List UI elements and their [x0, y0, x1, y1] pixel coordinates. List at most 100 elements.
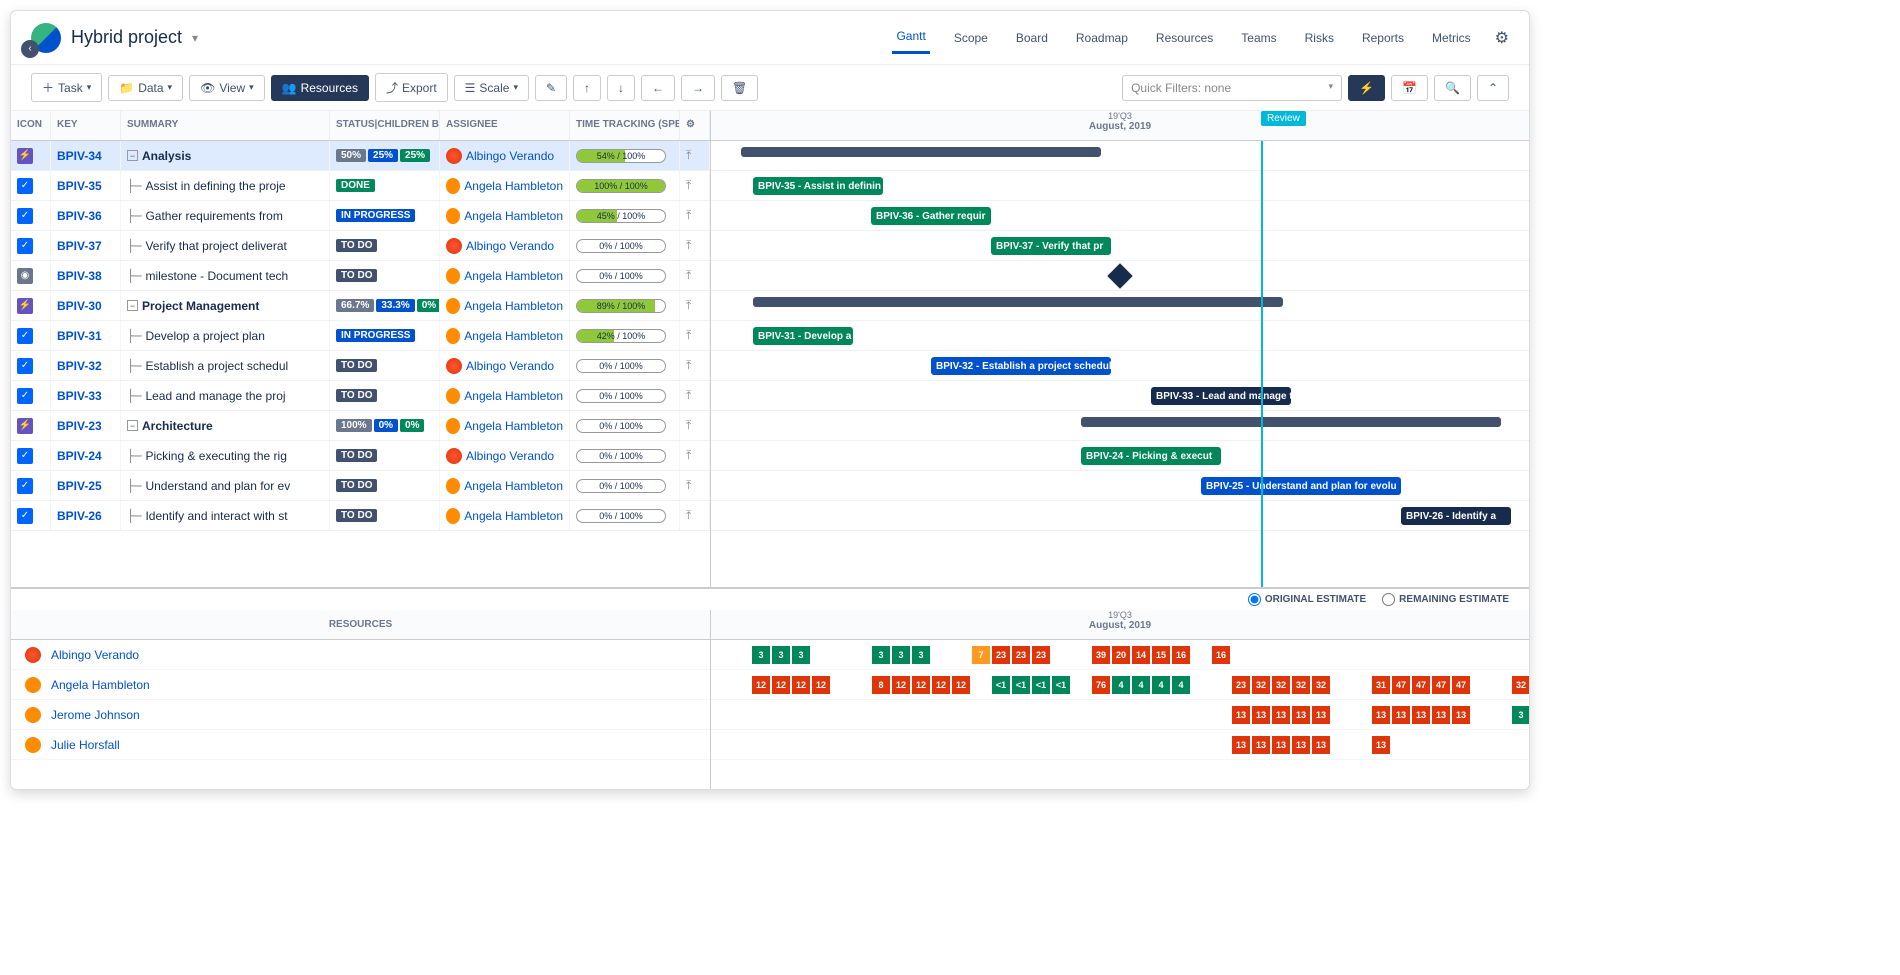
issue-key[interactable]: BPIV-24 — [57, 449, 102, 463]
workload-cell[interactable]: 8 — [871, 675, 891, 695]
workload-cell[interactable]: 3 — [871, 645, 891, 665]
workload-cell[interactable]: 12 — [771, 675, 791, 695]
col-icon[interactable]: ICON — [11, 111, 51, 140]
issue-key[interactable]: BPIV-32 — [57, 359, 102, 373]
status-cell[interactable]: TO DO — [330, 441, 440, 470]
status-cell[interactable]: TO DO — [330, 351, 440, 380]
summary-bar[interactable] — [1081, 417, 1501, 427]
gantt-row[interactable]: BPIV-31 - Develop a — [711, 321, 1529, 351]
issue-key[interactable]: BPIV-36 — [57, 209, 102, 223]
workload-cell[interactable]: 12 — [951, 675, 971, 695]
assignee-link[interactable]: Albingo Verando — [466, 359, 554, 373]
assignee-link[interactable]: Angela Hambleton — [464, 329, 563, 343]
workload-cell[interactable]: 3 — [891, 645, 911, 665]
status-cell[interactable]: TO DO — [330, 231, 440, 260]
gantt-row[interactable]: BPIV-26 - Identify a — [711, 501, 1529, 531]
tab-resources[interactable]: Resources — [1152, 23, 1217, 53]
workload-cell[interactable]: 3 — [771, 645, 791, 665]
row-action-icon[interactable]: ⤒ — [680, 411, 710, 440]
tab-roadmap[interactable]: Roadmap — [1072, 23, 1132, 53]
row-action-icon[interactable]: ⤒ — [680, 171, 710, 200]
workload-cell[interactable]: 4 — [1111, 675, 1131, 695]
workload-cell[interactable]: 13 — [1251, 735, 1271, 755]
status-cell[interactable]: 66.7%33.3%0% — [330, 291, 440, 320]
row-action-icon[interactable]: ⤒ — [680, 441, 710, 470]
collapse-icon[interactable]: ⌃ — [1477, 75, 1509, 101]
workload-cell[interactable]: 16 — [1211, 645, 1231, 665]
workload-cell[interactable]: 12 — [891, 675, 911, 695]
issue-key[interactable]: BPIV-37 — [57, 239, 102, 253]
workload-cell[interactable]: 12 — [811, 675, 831, 695]
arrow-right-icon[interactable]: → — [681, 75, 715, 101]
export-button[interactable]: ⤴ Export — [375, 73, 448, 102]
tab-risks[interactable]: Risks — [1301, 23, 1338, 53]
table-row[interactable]: ⚡ BPIV-30 −Project Management 66.7%33.3%… — [11, 291, 710, 321]
table-row[interactable]: ✓ BPIV-32 ├─Establish a project schedul … — [11, 351, 710, 381]
table-row[interactable]: ⚡ BPIV-23 −Architecture 100%0%0% Angela … — [11, 411, 710, 441]
arrow-left-icon[interactable]: ← — [641, 75, 675, 101]
table-row[interactable]: ⚡ BPIV-34 −Analysis 50%25%25% Albingo Ve… — [11, 141, 710, 171]
assignee-link[interactable]: Angela Hambleton — [464, 419, 563, 433]
workload-cell[interactable]: 32 — [1311, 675, 1331, 695]
resource-row[interactable]: Julie Horsfall — [11, 730, 710, 760]
workload-cell[interactable]: 13 — [1291, 735, 1311, 755]
workload-cell[interactable]: 3 — [911, 645, 931, 665]
workload-cell[interactable]: 20 — [1111, 645, 1131, 665]
workload-cell[interactable]: 12 — [791, 675, 811, 695]
table-row[interactable]: ◉ BPIV-38 ├─milestone - Document tech TO… — [11, 261, 710, 291]
workload-cell[interactable]: 32 — [1251, 675, 1271, 695]
arrow-down-icon[interactable]: ↓ — [607, 75, 635, 101]
workload-cell[interactable]: 15 — [1151, 645, 1171, 665]
row-action-icon[interactable]: ⤒ — [680, 351, 710, 380]
workload-cell[interactable]: 23 — [1011, 645, 1031, 665]
workload-cell[interactable]: 13 — [1251, 705, 1271, 725]
workload-cell[interactable]: 13 — [1391, 705, 1411, 725]
workload-cell[interactable]: 16 — [1171, 645, 1191, 665]
status-cell[interactable]: IN PROGRESS — [330, 201, 440, 230]
bolt-icon[interactable]: ⚡ — [1348, 75, 1385, 101]
resource-name[interactable]: Jerome Johnson — [51, 708, 140, 722]
workload-cell[interactable]: 7 — [971, 645, 991, 665]
table-row[interactable]: ✓ BPIV-25 ├─Understand and plan for ev T… — [11, 471, 710, 501]
workload-cell[interactable]: 23 — [991, 645, 1011, 665]
resource-row[interactable]: Jerome Johnson — [11, 700, 710, 730]
assignee-link[interactable]: Albingo Verando — [466, 149, 554, 163]
issue-key[interactable]: BPIV-30 — [57, 299, 102, 313]
gantt-row[interactable]: BPIV-33 - Lead and manage the p — [711, 381, 1529, 411]
trash-icon[interactable]: 🗑 — [721, 75, 758, 101]
gantt-row[interactable]: BPIV-37 - Verify that pr — [711, 231, 1529, 261]
workload-cell[interactable]: 31 — [1371, 675, 1391, 695]
task-bar[interactable]: BPIV-26 - Identify a — [1401, 507, 1511, 525]
task-bar[interactable]: BPIV-36 - Gather requir — [871, 207, 991, 225]
workload-cell[interactable]: 13 — [1271, 705, 1291, 725]
workload-cell[interactable]: 23 — [1031, 645, 1051, 665]
task-bar[interactable]: BPIV-24 - Picking & execut — [1081, 447, 1221, 465]
task-bar[interactable]: BPIV-32 - Establish a project schedul — [931, 357, 1111, 375]
workload-cell[interactable]: 13 — [1431, 705, 1451, 725]
remaining-estimate-radio[interactable]: REMAINING ESTIMATE — [1382, 593, 1509, 606]
assignee-link[interactable]: Angela Hambleton — [464, 509, 563, 523]
row-action-icon[interactable]: ⤒ — [680, 321, 710, 350]
tab-metrics[interactable]: Metrics — [1428, 23, 1475, 53]
row-action-icon[interactable]: ⤒ — [680, 471, 710, 500]
workload-cell[interactable]: 47 — [1411, 675, 1431, 695]
col-gear-icon[interactable]: ⚙ — [680, 111, 710, 140]
view-button[interactable]: 👁 View ▾ — [189, 75, 265, 101]
tab-gantt[interactable]: Gantt — [892, 21, 929, 54]
workload-cell[interactable]: 32 — [1511, 675, 1529, 695]
issue-key[interactable]: BPIV-35 — [57, 179, 102, 193]
workload-cell[interactable]: 13 — [1231, 705, 1251, 725]
status-cell[interactable]: TO DO — [330, 381, 440, 410]
assignee-link[interactable]: Albingo Verando — [466, 239, 554, 253]
assignee-link[interactable]: Angela Hambleton — [464, 209, 563, 223]
workload-cell[interactable]: 4 — [1131, 675, 1151, 695]
project-dropdown-icon[interactable]: ▾ — [192, 31, 198, 45]
workload-cell[interactable]: 4 — [1151, 675, 1171, 695]
edit-icon[interactable]: ✎ — [535, 75, 567, 101]
workload-cell[interactable]: 76 — [1091, 675, 1111, 695]
workload-cell[interactable]: 39 — [1091, 645, 1111, 665]
workload-cell[interactable]: 32 — [1291, 675, 1311, 695]
resource-row[interactable]: Angela Hambleton — [11, 670, 710, 700]
workload-cell[interactable]: 47 — [1431, 675, 1451, 695]
resource-row[interactable]: Albingo Verando — [11, 640, 710, 670]
